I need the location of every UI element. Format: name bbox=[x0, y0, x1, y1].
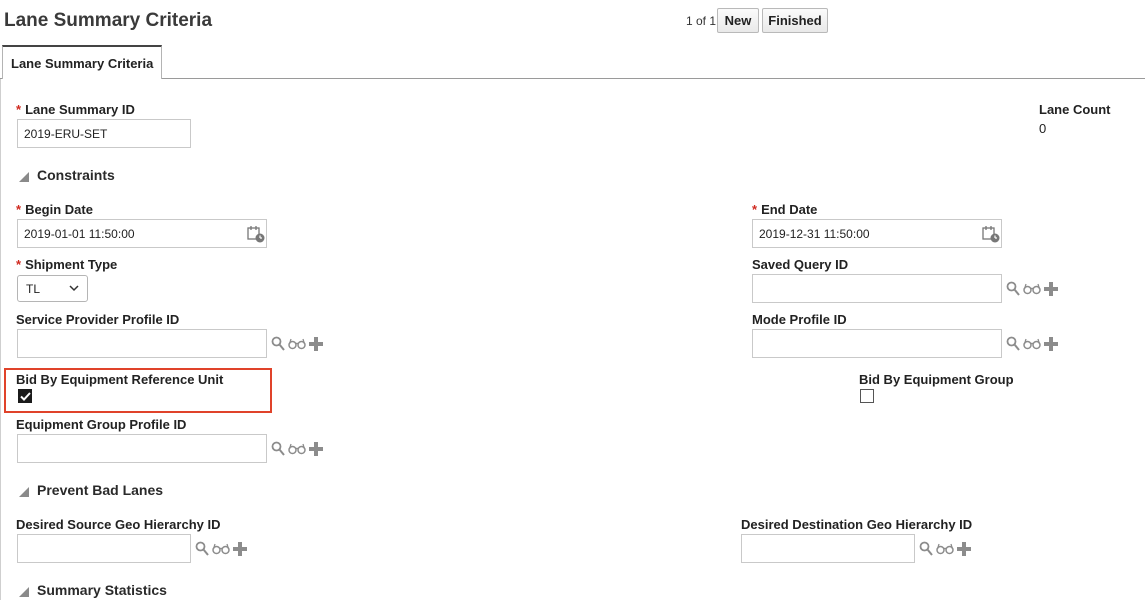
page-title: Lane Summary Criteria bbox=[4, 10, 213, 31]
shipment-type-label: * Shipment Type bbox=[16, 257, 118, 272]
search-icon[interactable] bbox=[271, 441, 285, 457]
content-left-border bbox=[0, 79, 1, 600]
lane-summary-id-label: * Lane Summary ID bbox=[16, 102, 135, 117]
required-marker: * bbox=[16, 202, 22, 217]
desired-destination-geo-hierarchy-id-label: Desired Destination Geo Hierarchy ID bbox=[741, 517, 973, 532]
checkmark-icon bbox=[19, 391, 31, 401]
begin-date-field[interactable]: 2019-01-01 11:50:00 bbox=[17, 219, 267, 248]
service-provider-profile-id-field[interactable] bbox=[17, 329, 267, 358]
desired-source-geo-hierarchy-id-actions bbox=[195, 541, 247, 557]
glasses-icon[interactable] bbox=[936, 543, 954, 555]
plus-icon[interactable] bbox=[233, 542, 247, 556]
tab-divider bbox=[0, 78, 1145, 79]
saved-query-id-field[interactable] bbox=[752, 274, 1002, 303]
bid-by-equipment-reference-unit-label: Bid By Equipment Reference Unit bbox=[16, 372, 224, 387]
bid-by-equipment-group-checkbox[interactable] bbox=[860, 389, 874, 403]
service-provider-profile-id-label: Service Provider Profile ID bbox=[16, 312, 180, 327]
required-marker: * bbox=[752, 202, 758, 217]
glasses-icon[interactable] bbox=[1023, 283, 1041, 295]
shipment-type-value: TL bbox=[26, 281, 41, 296]
glasses-icon[interactable] bbox=[288, 338, 306, 350]
search-icon[interactable] bbox=[919, 541, 933, 557]
end-date-field[interactable]: 2019-12-31 11:50:00 bbox=[752, 219, 1002, 248]
new-button[interactable]: New bbox=[717, 8, 759, 33]
required-marker: * bbox=[16, 102, 22, 117]
collapse-triangle-icon bbox=[19, 586, 29, 597]
lane-count-label: Lane Count bbox=[1039, 102, 1111, 117]
glasses-icon[interactable] bbox=[212, 543, 230, 555]
prevent-bad-lanes-section-header[interactable]: Prevent Bad Lanes bbox=[19, 482, 163, 498]
equipment-group-profile-id-field[interactable] bbox=[17, 434, 267, 463]
desired-destination-geo-hierarchy-id-actions bbox=[919, 541, 971, 557]
mode-profile-id-actions bbox=[1006, 336, 1058, 352]
constraints-section-header[interactable]: Constraints bbox=[19, 167, 115, 183]
pager-text: 1 of 1 bbox=[686, 14, 717, 28]
desired-source-geo-hierarchy-id-label: Desired Source Geo Hierarchy ID bbox=[16, 517, 221, 532]
end-date-label: * End Date bbox=[752, 202, 818, 217]
saved-query-id-actions bbox=[1006, 281, 1058, 297]
required-marker: * bbox=[16, 257, 22, 272]
calendar-icon[interactable] bbox=[247, 225, 265, 243]
search-icon[interactable] bbox=[271, 336, 285, 352]
lane-count-value: 0 bbox=[1039, 121, 1047, 136]
plus-icon[interactable] bbox=[309, 337, 323, 351]
mode-profile-id-field[interactable] bbox=[752, 329, 1002, 358]
collapse-triangle-icon bbox=[19, 171, 29, 182]
equipment-group-profile-id-actions bbox=[271, 441, 323, 457]
bid-by-equipment-reference-unit-checkbox[interactable] bbox=[18, 389, 32, 403]
bid-by-equipment-group-label: Bid By Equipment Group bbox=[859, 372, 1014, 387]
saved-query-id-label: Saved Query ID bbox=[752, 257, 849, 272]
calendar-icon[interactable] bbox=[982, 225, 1000, 243]
glasses-icon[interactable] bbox=[288, 443, 306, 455]
finished-button[interactable]: Finished bbox=[762, 8, 828, 33]
plus-icon[interactable] bbox=[957, 542, 971, 556]
summary-statistics-section-header[interactable]: Summary Statistics bbox=[19, 582, 167, 598]
end-date-value: 2019-12-31 11:50:00 bbox=[759, 226, 870, 241]
glasses-icon[interactable] bbox=[1023, 338, 1041, 350]
service-provider-profile-id-actions bbox=[271, 336, 323, 352]
mode-profile-id-label: Mode Profile ID bbox=[752, 312, 847, 327]
search-icon[interactable] bbox=[1006, 336, 1020, 352]
chevron-down-icon bbox=[69, 285, 79, 292]
shipment-type-select[interactable]: TL bbox=[17, 275, 88, 302]
collapse-triangle-icon bbox=[19, 486, 29, 497]
plus-icon[interactable] bbox=[1044, 282, 1058, 296]
tab-lane-summary-criteria[interactable]: Lane Summary Criteria bbox=[2, 45, 163, 79]
begin-date-value: 2019-01-01 11:50:00 bbox=[24, 226, 135, 241]
desired-source-geo-hierarchy-id-field[interactable] bbox=[17, 534, 191, 563]
plus-icon[interactable] bbox=[309, 442, 323, 456]
plus-icon[interactable] bbox=[1044, 337, 1058, 351]
equipment-group-profile-id-label: Equipment Group Profile ID bbox=[16, 417, 187, 432]
desired-destination-geo-hierarchy-id-field[interactable] bbox=[741, 534, 915, 563]
search-icon[interactable] bbox=[195, 541, 209, 557]
begin-date-label: * Begin Date bbox=[16, 202, 93, 217]
search-icon[interactable] bbox=[1006, 281, 1020, 297]
lane-summary-id-field[interactable]: 2019-ERU-SET bbox=[17, 119, 191, 148]
